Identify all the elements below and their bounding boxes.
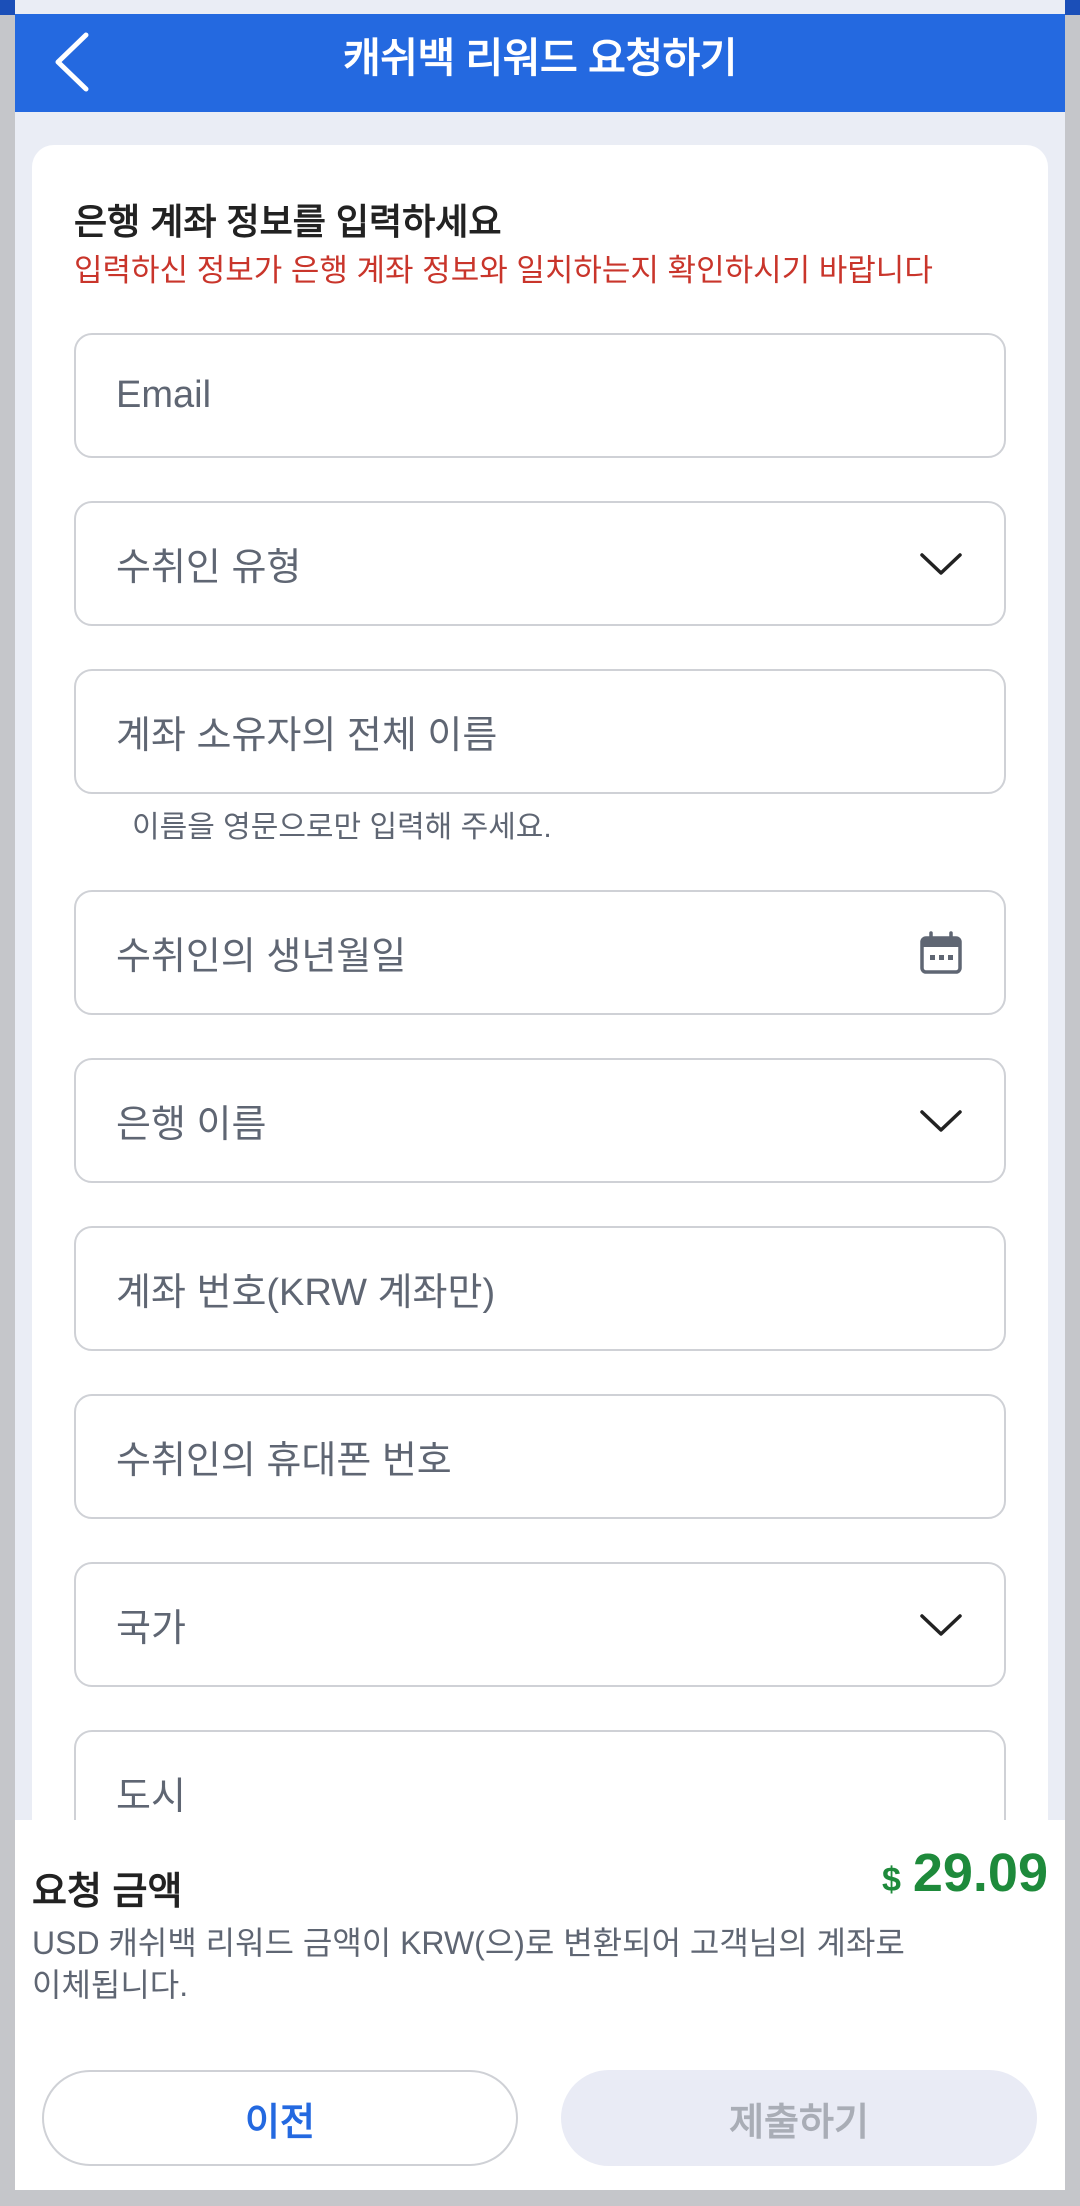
bank-form-card: 은행 계좌 정보를 입력하세요 입력하신 정보가 은행 계좌 정보와 일치하는지… [32,145,1048,2045]
email-placeholder: Email [116,374,212,416]
form-heading: 은행 계좌 정보를 입력하세요 [74,201,502,242]
phone-field[interactable]: 수취인의 휴대폰 번호 [74,1394,1006,1519]
header: 캐쉬백 리워드 요청하기 [15,14,1065,112]
chevron-down-icon [918,541,964,587]
amount-note: USD 캐쉬백 리워드 금액이 KRW(으)로 변환되어 고객님의 계좌로 이체… [32,1925,905,2003]
app-frame: 캐쉬백 리워드 요청하기 은행 계좌 정보를 입력하세요 입력하신 정보가 은행… [15,0,1065,2190]
chevron-down-icon [918,1098,964,1144]
full-name-placeholder: 계좌 소유자의 전체 이름 [116,715,498,757]
currency-symbol: $ [881,1861,901,1899]
bank-name-placeholder: 은행 이름 [116,1104,267,1146]
recipient-type-select[interactable]: 수취인 유형 [74,501,1006,626]
full-name-helper: 이름을 영문으로만 입력해 주세요. [132,811,552,844]
amount-value: $ 29.09 [882,1842,1048,1904]
page-title: 캐쉬백 리워드 요청하기 [343,35,737,81]
amount-number: 29.09 [912,1843,1048,1903]
account-number-placeholder: 계좌 번호(KRW 계좌만) [116,1272,496,1314]
full-name-field[interactable]: 계좌 소유자의 전체 이름 [74,669,1006,794]
calendar-icon[interactable] [918,930,964,976]
submit-button[interactable]: 제출하기 [561,2070,1037,2166]
summary-panel: 요청 금액 $ 29.09 USD 캐쉬백 리워드 금액이 KRW(으)로 변환… [15,1820,1065,2190]
bank-name-select[interactable]: 은행 이름 [74,1058,1006,1183]
country-placeholder: 국가 [116,1608,186,1650]
birth-date-field[interactable]: 수취인의 생년월일 [74,890,1006,1015]
birth-date-placeholder: 수취인의 생년월일 [116,936,407,978]
country-select[interactable]: 국가 [74,1562,1006,1687]
email-field[interactable]: Email [74,333,1006,458]
city-placeholder: 도시 [116,1776,186,1818]
chevron-down-icon [918,1602,964,1648]
recipient-type-placeholder: 수취인 유형 [116,547,302,589]
previous-button[interactable]: 이전 [42,2070,518,2166]
form-warning: 입력하신 정보가 은행 계좌 정보와 일치하는지 확인하시기 바랍니다 [74,253,933,288]
phone-placeholder: 수취인의 휴대폰 번호 [116,1440,452,1482]
account-number-field[interactable]: 계좌 번호(KRW 계좌만) [74,1226,1006,1351]
amount-label: 요청 금액 [32,1871,183,1913]
